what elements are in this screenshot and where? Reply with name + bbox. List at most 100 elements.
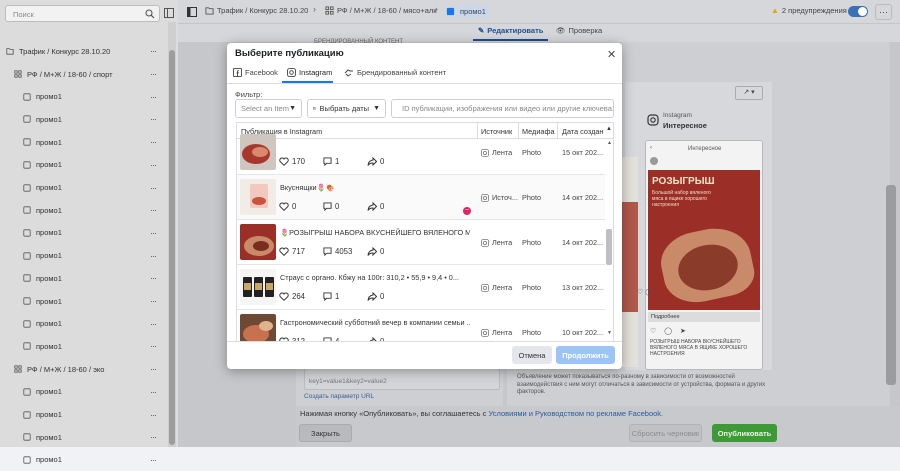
more-options-icon[interactable]: ··· xyxy=(150,69,164,79)
post-stats: 0 0 0 xyxy=(279,202,411,211)
publish-button[interactable]: Опубликовать xyxy=(712,424,777,442)
sidebar-scrollbar-thumb[interactable] xyxy=(169,50,175,445)
url-params-input[interactable]: key1=value1&key2=value2 xyxy=(304,368,500,390)
post-search-input[interactable]: ID публикации, изображения или видео или… xyxy=(391,99,614,118)
tab-branded-content[interactable]: Брендированный контент xyxy=(344,68,446,77)
more-options-icon[interactable]: ··· xyxy=(150,46,164,56)
more-options-icon[interactable]: ··· xyxy=(150,228,164,238)
table-row[interactable]: Страус с органо. Кбжу на 100г: 310,2 • 5… xyxy=(237,265,605,310)
table-row[interactable]: Вкуснящки🌷🍖 0 0 0 Источ... Photo 14 окт 202...… xyxy=(237,175,605,220)
more-options-icon[interactable]: ··· xyxy=(150,455,164,465)
heart-icon xyxy=(279,247,289,256)
sidebar-ad-label: промо1 xyxy=(36,205,62,215)
cancel-button[interactable]: Отмена xyxy=(512,346,552,364)
sidebar-ad[interactable]: промо1 ··· xyxy=(0,131,166,154)
date-select[interactable]: Выбрать даты ▼ xyxy=(307,99,386,118)
more-options-icon[interactable]: ··· xyxy=(150,114,164,124)
more-options-icon[interactable]: ··· xyxy=(150,92,164,102)
panel-toggle-icon[interactable] xyxy=(187,7,197,17)
more-options-icon[interactable]: ··· xyxy=(150,410,164,420)
more-options-icon[interactable]: ··· xyxy=(150,273,164,283)
table-row[interactable]: Гастрономический субботний вечер в компа… xyxy=(237,310,605,341)
sidebar-ad[interactable]: промо1 ··· xyxy=(0,222,166,245)
sidebar-adset[interactable]: РФ / М+Ж / 18-60 / спорт ··· xyxy=(0,63,166,86)
more-options-icon[interactable]: ··· xyxy=(150,205,164,215)
close-button[interactable]: Закрыть xyxy=(299,424,352,442)
likes-count: 0 xyxy=(292,202,297,211)
sidebar-adset-label: РФ / М+Ж / 18-60 / спорт xyxy=(27,69,113,79)
search-placeholder: Поиск xyxy=(13,10,34,19)
sidebar-ad[interactable]: промо1 ··· xyxy=(0,312,166,335)
breadcrumb-adset[interactable]: РФ / М+Ж / 18-60 / мясо+алк xyxy=(325,6,437,15)
terms-note-text: Нажимая кнопку «Опубликовать», вы соглаш… xyxy=(300,409,489,418)
scroll-down-icon[interactable]: ▼ xyxy=(607,330,612,336)
grid-icon xyxy=(14,365,22,373)
sidebar-ad[interactable]: промо1 ··· xyxy=(0,335,166,358)
sidebar-ad[interactable]: промо1 ··· xyxy=(0,108,166,131)
table-row[interactable]: 🌷РОЗЫГРЫШ НАБОРА ВКУСНЕЙШЕГО ВЯЛЕНОГО МЯ… xyxy=(237,220,605,265)
more-options-icon[interactable]: ··· xyxy=(150,296,164,306)
more-options-icon[interactable]: ··· xyxy=(150,341,164,351)
sort-up-icon[interactable]: ▲ xyxy=(606,126,612,132)
shares-count: 0 xyxy=(380,157,385,166)
sidebar-ad[interactable]: промо1 ··· xyxy=(0,449,166,471)
more-options-icon[interactable]: ··· xyxy=(150,137,164,147)
more-options-icon[interactable]: ··· xyxy=(150,251,164,261)
sidebar-ad[interactable]: промо1 ··· xyxy=(0,244,166,267)
tab-review[interactable]: 👁 Проверка xyxy=(556,26,602,35)
sidebar-ad[interactable]: промо1 ··· xyxy=(0,85,166,108)
tab-edit[interactable]: ✎ Редактировать xyxy=(478,26,543,35)
sidebar-ad[interactable]: промо1 ··· xyxy=(0,267,166,290)
warnings-indicator[interactable]: ▲ 2 предупреждения xyxy=(771,6,847,15)
likes-count: 717 xyxy=(292,247,306,256)
breadcrumb-ad[interactable]: промо1 xyxy=(446,6,488,17)
sidebar-search-input[interactable]: Поиск xyxy=(5,5,160,22)
breadcrumb-campaign[interactable]: Трафик / Конкурс 28.10.20 xyxy=(205,6,308,15)
post-stats: 170 1 0 xyxy=(279,157,411,166)
more-options-icon[interactable]: ··· xyxy=(150,183,164,193)
sidebar-ad[interactable]: промо1 ··· xyxy=(0,199,166,222)
post-caption: Вкуснящки🌷🍖 xyxy=(280,183,335,192)
table-row[interactable]: 170 1 0 Лента Photo 15 окт 202... xyxy=(237,130,605,175)
create-url-param-link[interactable]: Создать параметр URL xyxy=(304,393,374,400)
collapse-sidebar-icon[interactable] xyxy=(164,8,174,18)
sidebar-ad-label: промо1 xyxy=(36,319,62,329)
breadcrumb-adset-label: РФ / М+Ж / 18-60 / мясо+алк xyxy=(337,6,437,15)
tab-instagram[interactable]: Instagram xyxy=(287,68,332,77)
discard-draft-button[interactable]: Сбросить черновик xyxy=(629,424,702,442)
folder-icon xyxy=(6,48,14,55)
close-icon[interactable]: ✕ xyxy=(607,48,616,61)
more-options-icon[interactable]: ··· xyxy=(150,387,164,397)
sidebar-ad[interactable]: промо1 ··· xyxy=(0,290,166,313)
more-options-icon[interactable]: ··· xyxy=(150,432,164,442)
heart-icon xyxy=(279,202,289,211)
tab-instagram-label: Instagram xyxy=(299,68,333,77)
preview-platform: Instagram xyxy=(663,112,692,119)
scroll-up-icon[interactable]: ▲ xyxy=(607,140,612,146)
ad-icon xyxy=(23,342,31,351)
main-scrollbar-thumb[interactable] xyxy=(886,185,896,385)
table-scrollbar-thumb[interactable] xyxy=(606,229,612,265)
more-options-icon[interactable]: ··· xyxy=(150,319,164,329)
sidebar-ad[interactable]: промо1 ··· xyxy=(0,403,166,426)
item-select[interactable]: Select an Item ▼ xyxy=(235,99,302,118)
more-options-icon[interactable]: ··· xyxy=(150,160,164,170)
sidebar-adset[interactable]: РФ / М+Ж / 18-60 / эко ··· xyxy=(0,358,166,381)
preview-options-button[interactable]: ↗ ▾ xyxy=(735,86,763,100)
tab-facebook[interactable]: Facebook xyxy=(233,68,278,77)
sidebar-ad[interactable]: промо1 ··· xyxy=(0,426,166,449)
sidebar-ad[interactable]: промо1 ··· xyxy=(0,176,166,199)
date-cell: 10 окт 202... xyxy=(562,328,603,337)
search-icon xyxy=(145,9,155,19)
sidebar-ad[interactable]: промо1 ··· xyxy=(0,154,166,177)
more-options-button[interactable]: ··· xyxy=(875,4,892,20)
sidebar-ad-label: промо1 xyxy=(36,160,62,170)
continue-button[interactable]: Продолжить xyxy=(556,346,615,364)
more-options-icon[interactable]: ··· xyxy=(150,364,164,374)
toggle-switch[interactable] xyxy=(848,6,868,17)
instagram-icon xyxy=(481,193,489,202)
sidebar-campaign[interactable]: Трафик / Конкурс 28.10.20 ··· xyxy=(0,40,166,63)
terms-link[interactable]: Условиями и Руководством по рекламе Face… xyxy=(488,409,663,418)
post-thumbnail xyxy=(240,314,276,341)
sidebar-ad[interactable]: промо1 ··· xyxy=(0,381,166,404)
